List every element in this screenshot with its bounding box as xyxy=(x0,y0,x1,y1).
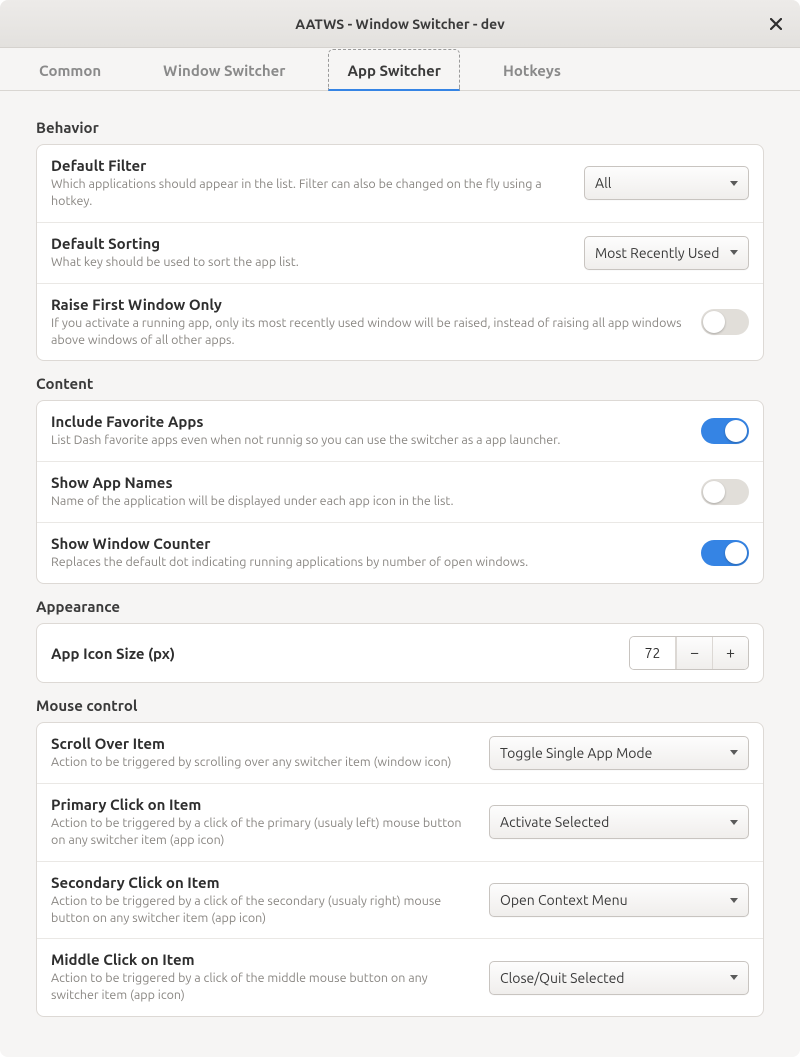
chevron-down-icon xyxy=(730,898,738,903)
chevron-down-icon xyxy=(730,820,738,825)
secondary-click-combo[interactable]: Open Context Menu xyxy=(489,883,749,917)
combo-value: Open Context Menu xyxy=(500,892,628,908)
row-text: Primary Click on Item Action to be trigg… xyxy=(51,796,473,849)
section-label-mouse: Mouse control xyxy=(36,697,764,714)
combo-value: Most Recently Used xyxy=(595,245,719,261)
panel-appearance: App Icon Size (px) 72 − + xyxy=(36,623,764,683)
row-text: Show App Names Name of the application w… xyxy=(51,474,685,510)
row-title: Primary Click on Item xyxy=(51,796,473,813)
primary-click-combo[interactable]: Activate Selected xyxy=(489,805,749,839)
row-title: Show Window Counter xyxy=(51,535,685,552)
switch-knob xyxy=(703,311,725,333)
row-desc: Replaces the default dot indicating runn… xyxy=(51,554,685,571)
row-title: Default Filter xyxy=(51,157,568,174)
row-desc: If you activate a running app, only its … xyxy=(51,315,685,349)
panel-mouse: Scroll Over Item Action to be triggered … xyxy=(36,722,764,1017)
switch-knob xyxy=(703,481,725,503)
row-desc: Action to be triggered by a click of the… xyxy=(51,893,473,927)
row-primary-click: Primary Click on Item Action to be trigg… xyxy=(37,783,763,861)
scroll-action-combo[interactable]: Toggle Single App Mode xyxy=(489,736,749,770)
row-text: Default Filter Which applications should… xyxy=(51,157,568,210)
row-secondary-click: Secondary Click on Item Action to be tri… xyxy=(37,861,763,939)
row-desc: Which applications should appear in the … xyxy=(51,176,568,210)
chevron-down-icon xyxy=(730,975,738,980)
row-text: Raise First Window Only If you activate … xyxy=(51,296,685,349)
tab-bar: Common Window Switcher App Switcher Hotk… xyxy=(0,48,800,91)
row-desc: Action to be triggered by a click of the… xyxy=(51,815,473,849)
row-text: Default Sorting What key should be used … xyxy=(51,235,568,271)
row-desc: Action to be triggered by a click of the… xyxy=(51,970,473,1004)
window-title: AATWS - Window Switcher - dev xyxy=(295,16,505,32)
show-app-names-switch[interactable] xyxy=(701,479,749,505)
tab-app-switcher[interactable]: App Switcher xyxy=(328,49,460,91)
row-desc: Action to be triggered by scrolling over… xyxy=(51,754,473,771)
default-filter-combo[interactable]: All xyxy=(584,166,749,200)
switch-knob xyxy=(725,542,747,564)
row-show-window-counter: Show Window Counter Replaces the default… xyxy=(37,522,763,583)
row-desc: What key should be used to sort the app … xyxy=(51,254,568,271)
row-default-filter: Default Filter Which applications should… xyxy=(37,145,763,222)
switch-knob xyxy=(725,420,747,442)
row-title: Secondary Click on Item xyxy=(51,874,473,891)
tab-common[interactable]: Common xyxy=(20,49,120,91)
tab-hotkeys[interactable]: Hotkeys xyxy=(484,49,580,91)
close-button[interactable] xyxy=(766,14,786,34)
row-include-favorites: Include Favorite Apps List Dash favorite… xyxy=(37,401,763,461)
row-text: Include Favorite Apps List Dash favorite… xyxy=(51,413,685,449)
row-title: Include Favorite Apps xyxy=(51,413,685,430)
icon-size-value[interactable]: 72 xyxy=(630,637,676,669)
row-scroll-over: Scroll Over Item Action to be triggered … xyxy=(37,723,763,783)
middle-click-combo[interactable]: Close/Quit Selected xyxy=(489,961,749,995)
section-label-behavior: Behavior xyxy=(36,119,764,136)
row-text: Middle Click on Item Action to be trigge… xyxy=(51,951,473,1004)
row-default-sorting: Default Sorting What key should be used … xyxy=(37,222,763,283)
include-favorites-switch[interactable] xyxy=(701,418,749,444)
row-icon-size: App Icon Size (px) 72 − + xyxy=(37,624,763,682)
row-title: Default Sorting xyxy=(51,235,568,252)
row-raise-first: Raise First Window Only If you activate … xyxy=(37,283,763,361)
combo-value: Toggle Single App Mode xyxy=(500,745,652,761)
icon-size-spinner: 72 − + xyxy=(629,636,749,670)
row-show-app-names: Show App Names Name of the application w… xyxy=(37,461,763,522)
panel-behavior: Default Filter Which applications should… xyxy=(36,144,764,361)
row-desc: List Dash favorite apps even when not ru… xyxy=(51,432,685,449)
section-label-content: Content xyxy=(36,375,764,392)
combo-value: All xyxy=(595,175,611,191)
row-middle-click: Middle Click on Item Action to be trigge… xyxy=(37,938,763,1016)
content-area: Behavior Default Filter Which applicatio… xyxy=(0,91,800,1057)
row-title: Scroll Over Item xyxy=(51,735,473,752)
raise-first-switch[interactable] xyxy=(701,309,749,335)
chevron-down-icon xyxy=(730,750,738,755)
preferences-window: AATWS - Window Switcher - dev Common Win… xyxy=(0,0,800,1057)
row-text: Secondary Click on Item Action to be tri… xyxy=(51,874,473,927)
close-icon xyxy=(770,18,782,30)
section-label-appearance: Appearance xyxy=(36,598,764,615)
icon-size-decrement[interactable]: − xyxy=(676,637,712,669)
combo-value: Activate Selected xyxy=(500,814,609,830)
row-title: Raise First Window Only xyxy=(51,296,685,313)
row-text: Scroll Over Item Action to be triggered … xyxy=(51,735,473,771)
panel-content: Include Favorite Apps List Dash favorite… xyxy=(36,400,764,584)
titlebar: AATWS - Window Switcher - dev xyxy=(0,0,800,48)
default-sorting-combo[interactable]: Most Recently Used xyxy=(584,236,749,270)
row-title: Middle Click on Item xyxy=(51,951,473,968)
show-window-counter-switch[interactable] xyxy=(701,540,749,566)
combo-value: Close/Quit Selected xyxy=(500,970,625,986)
chevron-down-icon xyxy=(730,181,738,186)
row-text: Show Window Counter Replaces the default… xyxy=(51,535,685,571)
row-desc: Name of the application will be displaye… xyxy=(51,493,685,510)
row-title: App Icon Size (px) xyxy=(51,645,613,662)
chevron-down-icon xyxy=(730,250,738,255)
row-text: App Icon Size (px) xyxy=(51,645,613,662)
icon-size-increment[interactable]: + xyxy=(712,637,748,669)
tab-window-switcher[interactable]: Window Switcher xyxy=(144,49,304,91)
row-title: Show App Names xyxy=(51,474,685,491)
